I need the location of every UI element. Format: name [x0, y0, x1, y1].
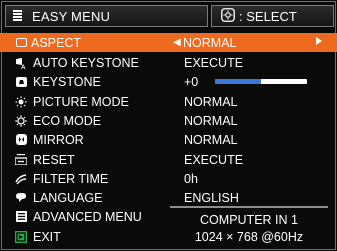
arrow-left-icon[interactable]: ◀ [173, 37, 181, 48]
menu-item-auto-keystone[interactable]: A AUTO KEYSTONE EXECUTE [0, 53, 337, 72]
keystone-icon [14, 75, 28, 88]
menu-item-label: LANGUAGE [33, 190, 103, 205]
exit-icon [14, 230, 28, 243]
menu-item-label: ADVANCED MENU [33, 209, 142, 224]
menu-item-picture-mode[interactable]: PICTURE MODE NORMAL [0, 92, 337, 111]
menu-item-value: 0h [184, 171, 198, 186]
projector-osd: EASY MENU : SELECT ASPECT ◀ NORMAL A AUT… [0, 0, 337, 251]
menu-item-label: ASPECT [31, 35, 82, 50]
menu-title: EASY MENU [32, 8, 111, 24]
menu-item-value: NORMAL [184, 132, 238, 147]
menu-item-value[interactable]: NORMAL [183, 36, 236, 50]
select-label: : SELECT [239, 8, 297, 24]
menu-item-label: FILTER TIME [33, 171, 109, 186]
select-icon [221, 7, 235, 25]
input-info-panel: COMPUTER IN 1 1024 × 768 @60Hz [170, 206, 328, 244]
filter-time-icon [14, 172, 28, 185]
menu-item-label: AUTO KEYSTONE [33, 55, 139, 70]
menu-item-keystone[interactable]: KEYSTONE +0 [0, 72, 337, 91]
input-source: COMPUTER IN 1 [200, 213, 298, 227]
menu-item-reset[interactable]: RESET EXECUTE [0, 150, 337, 169]
keystone-slider[interactable] [215, 79, 307, 84]
menu-item-label: EXIT [33, 229, 61, 244]
menu-item-value: ENGLISH [184, 190, 239, 205]
menu-item-mirror[interactable]: MIRROR NORMAL [0, 130, 337, 149]
menu-item-label: KEYSTONE [33, 74, 101, 89]
language-icon [14, 191, 28, 204]
menu-item-label: MIRROR [33, 132, 84, 147]
menu-item-language[interactable]: LANGUAGE ENGLISH [0, 188, 337, 207]
menu-item-value: NORMAL [184, 94, 238, 109]
arrow-right-icon[interactable] [316, 37, 322, 48]
menu-item-aspect[interactable]: ASPECT ◀ NORMAL [0, 33, 337, 52]
input-signal: 1024 × 768 @60Hz [194, 230, 304, 244]
menu-item-label: ECO MODE [33, 113, 102, 128]
menu-item-value: EXECUTE [184, 152, 244, 167]
auto-keystone-icon: A [14, 56, 28, 69]
menu-item-eco-mode[interactable]: ECO MODE NORMAL [0, 111, 337, 130]
menu-item-value: +0 [184, 74, 199, 89]
picture-mode-icon [14, 95, 28, 108]
menu-item-value: NORMAL [184, 113, 238, 128]
svg-text:A: A [21, 65, 26, 69]
menu-title-bar: EASY MENU [5, 5, 208, 27]
select-hint: : SELECT [211, 5, 334, 27]
keystone-slider-fill [215, 79, 261, 84]
menu-item-label: RESET [33, 152, 75, 167]
mirror-icon [14, 133, 28, 146]
eco-mode-icon [14, 114, 28, 127]
reset-icon [14, 153, 28, 166]
aspect-icon [14, 36, 28, 49]
menu-item-value: EXECUTE [184, 55, 244, 70]
menu-item-label: PICTURE MODE [33, 94, 129, 109]
menu-item-filter-time[interactable]: FILTER TIME 0h [0, 169, 337, 188]
menu-icon [13, 9, 22, 24]
advanced-menu-icon [14, 210, 28, 223]
